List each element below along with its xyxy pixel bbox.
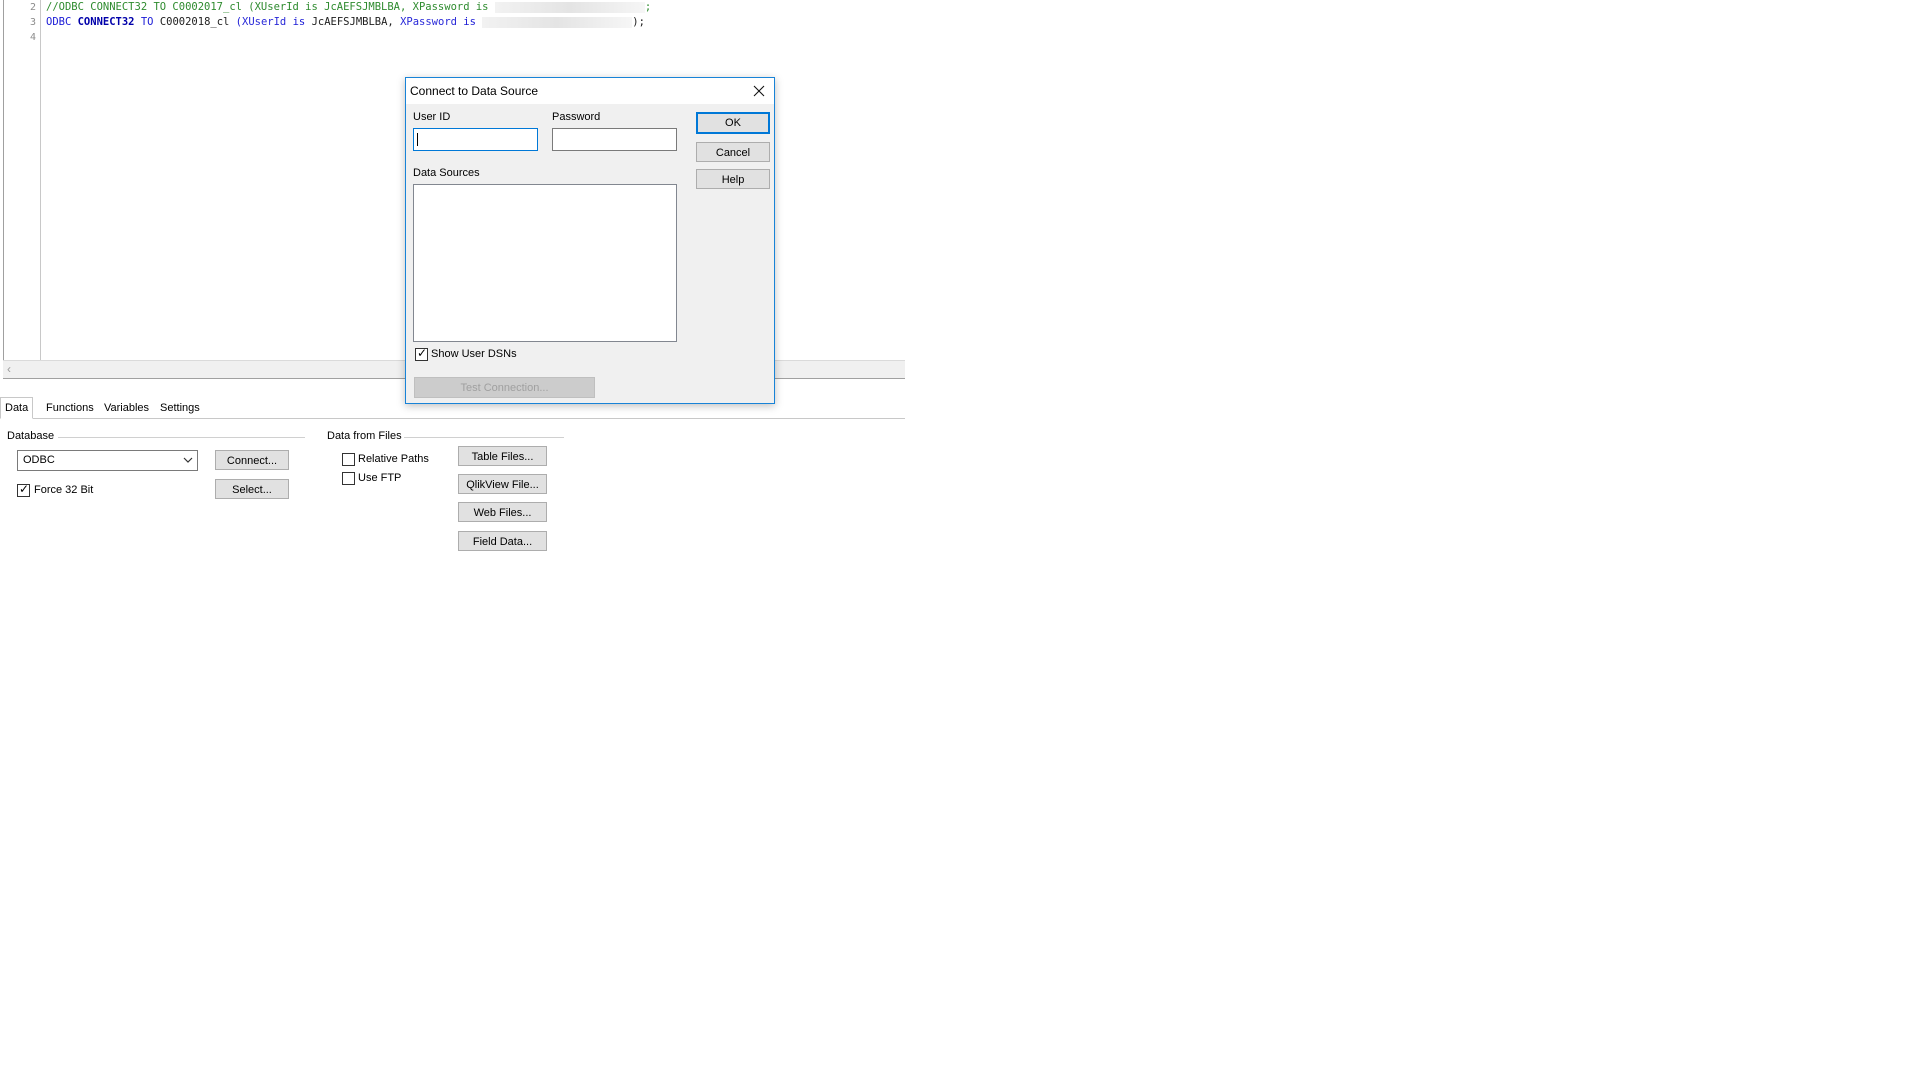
code-token: XPassword xyxy=(400,16,457,28)
use-ftp-label: Use FTP xyxy=(358,472,402,484)
tab-functions[interactable]: Functions xyxy=(42,398,98,418)
line-number: 4 xyxy=(29,32,36,43)
close-icon[interactable] xyxy=(750,82,768,100)
checkmark-icon: ✓ xyxy=(417,346,428,360)
field-data-button[interactable]: Field Data... xyxy=(458,531,547,551)
dialog-title: Connect to Data Source xyxy=(410,84,539,98)
user-id-label: User ID xyxy=(413,111,451,123)
database-select-value: ODBC xyxy=(23,454,55,466)
code-token: //ODBC CONNECT32 TO C0002017_cl (XUserId… xyxy=(46,1,495,13)
data-from-files-group-divider xyxy=(404,437,564,438)
ok-button[interactable]: OK xyxy=(696,112,770,134)
checkmark-icon: ✓ xyxy=(19,482,30,496)
tab-data[interactable]: Data xyxy=(0,397,34,419)
line-number-gutter: 2 3 4 xyxy=(4,0,41,360)
show-user-dsns-checkbox[interactable]: ✓ xyxy=(415,346,428,361)
text-caret xyxy=(417,133,418,146)
force-32-bit-checkbox[interactable]: ✓ xyxy=(17,482,30,497)
dialog-titlebar[interactable]: Connect to Data Source xyxy=(406,78,774,104)
code-token: ); xyxy=(632,16,645,28)
database-select[interactable]: ODBC xyxy=(17,450,198,471)
data-sources-label: Data Sources xyxy=(413,167,480,179)
code-token: ODBC xyxy=(46,16,78,28)
password-input[interactable] xyxy=(552,128,677,151)
password-label: Password xyxy=(552,111,601,123)
select-button[interactable]: Select... xyxy=(215,479,289,499)
database-group-title: Database xyxy=(7,430,61,442)
help-button[interactable]: Help xyxy=(696,169,770,189)
chevron-down-icon xyxy=(183,457,193,463)
test-connection-button[interactable]: Test Connection... xyxy=(414,377,595,398)
code-token: XUserId xyxy=(242,16,287,28)
qlikview-file-button[interactable]: QlikView File... xyxy=(458,474,547,494)
code-token: ; xyxy=(644,1,652,13)
line-number: 2 xyxy=(29,2,36,13)
connect-to-data-source-dialog: Connect to Data Source User ID Password … xyxy=(405,77,775,404)
force-32-bit-label: Force 32 Bit xyxy=(34,484,94,496)
web-files-button[interactable]: Web Files... xyxy=(458,502,547,522)
code-token: TO xyxy=(134,16,160,28)
code-token: CONNECT32 xyxy=(77,16,135,28)
line-number: 3 xyxy=(29,17,36,28)
redacted-password-text xyxy=(494,1,645,13)
connect-button[interactable]: Connect... xyxy=(215,450,289,470)
user-id-input[interactable] xyxy=(413,128,538,151)
use-ftp-checkbox[interactable] xyxy=(342,472,355,485)
data-sources-list[interactable] xyxy=(413,184,677,342)
code-line[interactable]: //ODBC CONNECT32 TO C0002017_cl (XUserId… xyxy=(46,0,651,15)
show-user-dsns-label: Show User DSNs xyxy=(431,348,517,360)
chevron-left-icon[interactable]: ‹ xyxy=(7,362,19,377)
code-token: is xyxy=(286,16,312,28)
code-token: JcAEFSJMBLBA, xyxy=(311,16,401,28)
relative-paths-label: Relative Paths xyxy=(358,453,429,465)
redacted-password-text xyxy=(482,16,633,28)
code-line[interactable]: ODBC CONNECT32 TO C0002018_cl (XUserId i… xyxy=(46,15,645,30)
table-files-button[interactable]: Table Files... xyxy=(458,446,547,466)
tab-variables[interactable]: Variables xyxy=(100,398,153,418)
tab-settings[interactable]: Settings xyxy=(156,398,204,418)
code-token: is xyxy=(456,16,483,28)
relative-paths-checkbox[interactable] xyxy=(342,453,355,466)
database-group-divider xyxy=(58,437,305,438)
data-from-files-group-title: Data from Files xyxy=(327,430,408,442)
code-token: C0002018_cl xyxy=(159,16,236,28)
cancel-button[interactable]: Cancel xyxy=(696,142,770,162)
